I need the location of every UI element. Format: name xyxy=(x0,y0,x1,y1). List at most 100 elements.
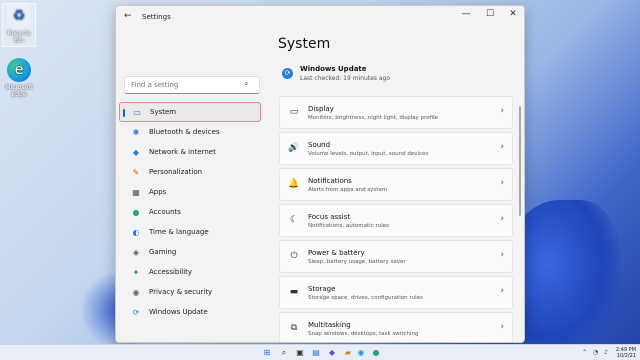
sidebar-item-gaming[interactable]: ◈ Gaming xyxy=(119,242,261,262)
edge-taskbar-icon[interactable]: ◉ xyxy=(356,348,366,358)
power-icon: ⏻ xyxy=(290,251,298,261)
card-subtitle: Alerts from apps and system xyxy=(308,187,388,193)
card-storage[interactable]: ▬ Storage Storage space, drives, configu… xyxy=(279,276,513,309)
chevron-right-icon: › xyxy=(500,214,504,224)
desktop-icon-label: Microsoft Edge xyxy=(5,84,33,98)
windows-update-link[interactable]: Windows Update xyxy=(300,65,367,73)
windows-update-status: Last checked: 19 minutes ago xyxy=(300,75,391,82)
minimize-button[interactable]: — xyxy=(458,9,474,19)
sidebar-item-label: System xyxy=(150,108,177,116)
sidebar-item-privacy[interactable]: ◉ Privacy & security xyxy=(119,282,261,302)
card-subtitle: Snap windows, desktops, task switching xyxy=(308,331,419,337)
chevron-right-icon: › xyxy=(500,142,504,152)
update-icon: ⟳ xyxy=(132,307,140,317)
recycle-bin-icon: ♻ xyxy=(7,4,31,28)
sidebar-item-network[interactable]: ◆ Network & internet xyxy=(119,142,261,162)
close-button[interactable]: ✕ xyxy=(505,9,521,19)
sidebar-item-label: Personalization xyxy=(149,168,203,176)
sidebar-item-label: Bluetooth & devices xyxy=(149,128,220,136)
card-title: Sound xyxy=(308,141,331,149)
settings-window: ← Settings — ☐ ✕ ⌕ ▭ System ✱ Bluetooth … xyxy=(115,5,525,343)
moon-icon: ☾ xyxy=(289,215,299,225)
sidebar-item-label: Accessibility xyxy=(149,268,193,276)
window-title: Settings xyxy=(142,13,171,21)
sidebar-item-windows-update[interactable]: ⟳ Windows Update xyxy=(119,302,261,322)
chevron-right-icon: › xyxy=(500,106,504,116)
card-power-battery[interactable]: ⏻ Power & battery Sleep, battery usage, … xyxy=(279,240,513,273)
settings-card-list: ▭ Display Monitors, brightness, night li… xyxy=(279,96,513,342)
chevron-right-icon: › xyxy=(500,178,504,188)
date-text: 10/2/21 xyxy=(616,353,636,359)
clock[interactable]: 2:49 PM 10/2/21 xyxy=(616,347,636,359)
chevron-right-icon: › xyxy=(500,286,504,296)
chevron-right-icon: › xyxy=(500,250,504,260)
sidebar-item-label: Time & language xyxy=(149,228,209,236)
desktop-icon-edge[interactable]: e Microsoft Edge xyxy=(2,58,36,98)
search-icon[interactable]: ⌕ xyxy=(279,348,289,358)
maximize-button[interactable]: ☐ xyxy=(482,9,498,19)
back-arrow-icon[interactable]: ← xyxy=(124,11,132,21)
sidebar-item-time-language[interactable]: ◐ Time & language xyxy=(119,222,261,242)
task-view-icon[interactable]: ▣ xyxy=(295,348,305,358)
chat-icon[interactable]: ◆ xyxy=(327,348,337,358)
store-icon[interactable]: ● xyxy=(371,348,381,358)
start-icon[interactable]: ⊞ xyxy=(262,348,272,358)
card-title: Multitasking xyxy=(308,321,351,329)
sidebar-item-personalization[interactable]: ✎ Personalization xyxy=(119,162,261,182)
bluetooth-icon: ✱ xyxy=(132,127,140,137)
desktop-icon-label: Recycle Bin xyxy=(7,30,31,44)
system-tray[interactable]: ⌃ ◔ ♪ xyxy=(582,349,610,356)
sidebar-item-system[interactable]: ▭ System xyxy=(119,102,261,122)
storage-icon: ▬ xyxy=(289,287,299,297)
card-display[interactable]: ▭ Display Monitors, brightness, night li… xyxy=(279,96,513,129)
apps-icon: ▦ xyxy=(132,187,140,197)
card-title: Power & battery xyxy=(308,249,365,257)
card-focus-assist[interactable]: ☾ Focus assist Notifications, automatic … xyxy=(279,204,513,237)
card-subtitle: Storage space, drives, configuration rul… xyxy=(308,295,423,301)
brush-icon: ✎ xyxy=(132,167,140,177)
shield-icon: ◉ xyxy=(132,287,140,297)
sidebar-item-label: Windows Update xyxy=(149,308,208,316)
card-notifications[interactable]: 🔔 Notifications Alerts from apps and sys… xyxy=(279,168,513,201)
chevron-right-icon: › xyxy=(500,322,504,332)
monitor-icon: ▭ xyxy=(289,107,299,117)
desktop-icon-recycle-bin[interactable]: ♻ Recycle Bin xyxy=(2,3,36,47)
accounts-icon: ● xyxy=(132,207,140,217)
sidebar-item-accounts[interactable]: ● Accounts xyxy=(119,202,261,222)
card-subtitle: Monitors, brightness, night light, displ… xyxy=(308,115,439,121)
card-title: Storage xyxy=(308,285,336,293)
speaker-icon: 🔊 xyxy=(288,143,300,153)
card-title: Notifications xyxy=(308,177,352,185)
card-title: Focus assist xyxy=(308,213,351,221)
gaming-icon: ◈ xyxy=(132,247,140,257)
search-input[interactable] xyxy=(124,76,260,94)
card-sound[interactable]: 🔊 Sound Volume levels, output, input, so… xyxy=(279,132,513,165)
sidebar-item-bluetooth[interactable]: ✱ Bluetooth & devices xyxy=(119,122,261,142)
sidebar-item-label: Accounts xyxy=(149,208,181,216)
content-scrollbar[interactable] xyxy=(519,106,521,216)
sidebar-item-label: Apps xyxy=(149,188,167,196)
title-bar[interactable]: ← Settings — ☐ ✕ xyxy=(116,6,524,28)
card-multitasking[interactable]: ⧉ Multitasking Snap windows, desktops, t… xyxy=(279,312,513,342)
edge-icon: e xyxy=(7,58,31,82)
multitasking-icon: ⧉ xyxy=(290,323,298,333)
accessibility-icon: ✦ xyxy=(132,267,140,277)
sidebar-item-apps[interactable]: ▦ Apps xyxy=(119,182,261,202)
taskbar: ⊞ ⌕ ▣ ▤ ◆ ▰ ◉ ● ⌃ ◔ ♪ 2:49 PM 10/2/21 xyxy=(0,344,640,360)
bell-icon: 🔔 xyxy=(288,179,300,189)
card-subtitle: Sleep, battery usage, battery saver xyxy=(308,259,406,265)
widgets-icon[interactable]: ▤ xyxy=(311,348,321,358)
sidebar-item-label: Network & internet xyxy=(149,148,216,156)
sidebar-item-accessibility[interactable]: ✦ Accessibility xyxy=(119,262,261,282)
windows-update-icon[interactable]: ⟳ xyxy=(282,68,293,79)
globe-icon: ◐ xyxy=(132,227,140,237)
search-icon[interactable]: ⌕ xyxy=(244,79,248,89)
sidebar-nav: ▭ System ✱ Bluetooth & devices ◆ Network… xyxy=(119,102,261,322)
file-explorer-icon[interactable]: ▰ xyxy=(343,348,353,358)
sidebar-item-label: Gaming xyxy=(149,248,177,256)
card-subtitle: Volume levels, output, input, sound devi… xyxy=(308,151,429,157)
system-icon: ▭ xyxy=(133,107,141,117)
sidebar-item-label: Privacy & security xyxy=(149,288,213,296)
network-icon: ◆ xyxy=(132,147,140,157)
card-subtitle: Notifications, automatic rules xyxy=(308,223,390,229)
